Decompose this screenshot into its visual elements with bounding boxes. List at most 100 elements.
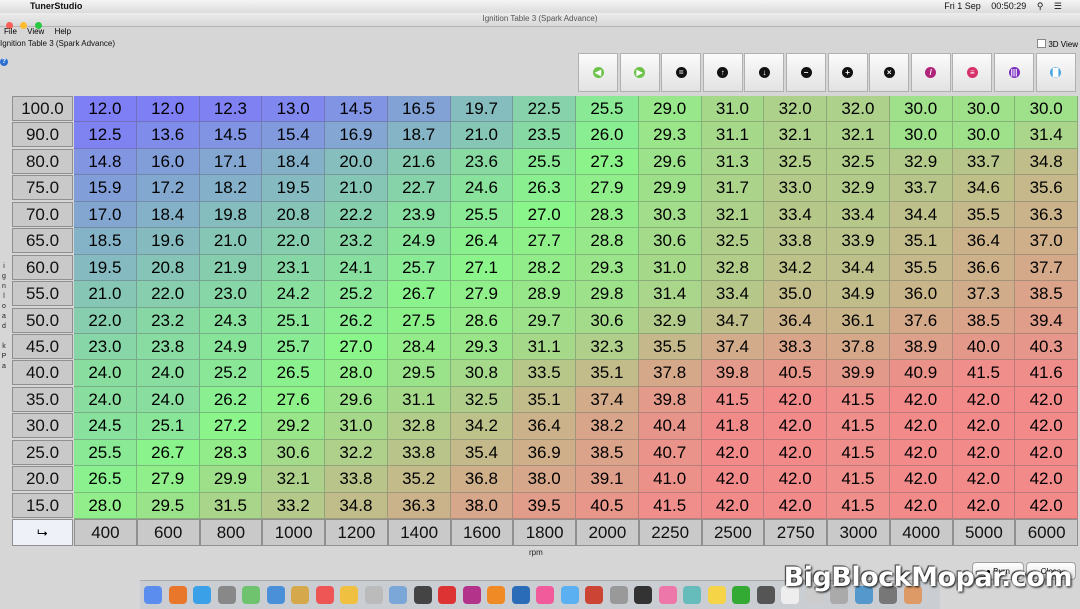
table-cell[interactable]: 42.0 xyxy=(1015,413,1078,440)
dock-app-icon[interactable] xyxy=(756,586,775,604)
dock-app-icon[interactable] xyxy=(462,586,481,604)
table-cell[interactable]: 36.4 xyxy=(764,307,827,334)
table-cell[interactable]: 29.2 xyxy=(262,413,325,440)
table-cell[interactable]: 31.4 xyxy=(638,281,702,308)
table-cell[interactable]: 38.5 xyxy=(952,307,1016,334)
table-cell[interactable]: 21.0 xyxy=(325,175,388,202)
rpm-label[interactable]: 600 xyxy=(136,519,200,546)
load-label[interactable]: 100.0 xyxy=(12,96,73,121)
table-cell[interactable]: 23.2 xyxy=(136,307,200,334)
table-cell[interactable]: 23.5 xyxy=(513,122,576,149)
table-cell[interactable]: 42.0 xyxy=(889,413,953,440)
table-cell[interactable]: 41.5 xyxy=(827,413,890,440)
table-cell[interactable]: 38.3 xyxy=(764,333,827,361)
table-cell[interactable]: 28.0 xyxy=(74,492,137,519)
table-cell[interactable]: 24.0 xyxy=(74,360,137,387)
table-cell[interactable]: 38.5 xyxy=(576,439,639,467)
table-cell[interactable]: 33.8 xyxy=(764,228,827,255)
table-cell[interactable]: 30.0 xyxy=(889,96,953,123)
table-cell[interactable]: 19.7 xyxy=(450,96,514,123)
rpm-label[interactable]: 5000 xyxy=(952,519,1016,546)
table-cell[interactable]: 35.4 xyxy=(450,439,514,467)
table-cell[interactable]: 32.5 xyxy=(701,228,765,255)
dock-app-icon[interactable] xyxy=(340,586,358,604)
table-cell[interactable]: 15.9 xyxy=(74,175,137,202)
table-cell[interactable]: 26.7 xyxy=(387,281,451,308)
table-cell[interactable]: 31.0 xyxy=(638,254,702,282)
table-cell[interactable]: 34.4 xyxy=(827,254,890,282)
table-cell[interactable]: 37.0 xyxy=(1015,228,1078,255)
table-cell[interactable]: 33.2 xyxy=(262,492,325,519)
table-cell[interactable]: 28.0 xyxy=(325,360,388,387)
table-cell[interactable]: 25.5 xyxy=(74,439,137,467)
rpm-label[interactable]: 2000 xyxy=(576,519,639,546)
table-cell[interactable]: 31.1 xyxy=(701,122,765,149)
table-cell[interactable]: 22.0 xyxy=(136,281,200,308)
table-cell[interactable]: 42.0 xyxy=(701,439,765,467)
rpm-label[interactable]: 1800 xyxy=(513,519,576,546)
table-cell[interactable]: 29.6 xyxy=(325,386,388,414)
table-cell[interactable]: 24.0 xyxy=(74,386,137,414)
table-cell[interactable]: 19.5 xyxy=(74,254,137,282)
table-cell[interactable]: 18.2 xyxy=(199,175,263,202)
table-cell[interactable]: 40.5 xyxy=(764,360,827,387)
table-cell[interactable]: 34.2 xyxy=(450,413,514,440)
table-cell[interactable]: 24.0 xyxy=(136,360,200,387)
table-cell[interactable]: 42.0 xyxy=(764,466,827,493)
dock-app-icon[interactable] xyxy=(683,586,701,604)
dock-app-icon[interactable] xyxy=(536,586,554,604)
table-cell[interactable]: 42.0 xyxy=(952,492,1016,519)
table-cell[interactable]: 38.9 xyxy=(889,333,953,361)
table-cell[interactable]: 25.1 xyxy=(262,307,325,334)
table-cell[interactable]: 35.1 xyxy=(889,228,953,255)
table-cell[interactable]: 34.6 xyxy=(952,175,1016,202)
table-cell[interactable]: 27.0 xyxy=(513,201,576,229)
table-cell[interactable]: 29.8 xyxy=(576,281,639,308)
table-cell[interactable]: 24.5 xyxy=(74,413,137,440)
table-cell[interactable]: 41.0 xyxy=(638,466,702,493)
date-label[interactable]: Fri 1 Sep xyxy=(944,1,981,11)
table-cell[interactable]: 36.4 xyxy=(952,228,1016,255)
table-cell[interactable]: 19.8 xyxy=(199,201,263,229)
table-cell[interactable]: 30.0 xyxy=(952,96,1016,123)
rpm-label[interactable]: 1200 xyxy=(325,519,388,546)
dock-app-icon[interactable] xyxy=(193,586,211,604)
equal-button[interactable]: = xyxy=(661,53,702,92)
table-cell[interactable]: 25.5 xyxy=(450,201,514,229)
table-cell[interactable]: 25.7 xyxy=(262,333,325,361)
table-cell[interactable]: 33.7 xyxy=(889,175,953,202)
table-cell[interactable]: 32.8 xyxy=(701,254,765,282)
table-cell[interactable]: 15.4 xyxy=(262,122,325,149)
table-cell[interactable]: 21.0 xyxy=(74,281,137,308)
load-label[interactable]: 45.0 xyxy=(12,333,73,359)
table-cell[interactable]: 17.1 xyxy=(199,148,263,176)
table-cell[interactable]: 14.5 xyxy=(199,122,263,149)
table-cell[interactable]: 27.2 xyxy=(199,413,263,440)
table-cell[interactable]: 36.9 xyxy=(513,439,576,467)
table-cell[interactable]: 26.5 xyxy=(262,360,325,387)
table-cell[interactable]: 40.5 xyxy=(576,492,639,519)
dock-app-icon[interactable] xyxy=(242,586,260,604)
search-icon[interactable]: ⚲ xyxy=(1037,1,1044,11)
table-cell[interactable]: 20.8 xyxy=(262,201,325,229)
table-cell[interactable]: 34.2 xyxy=(764,254,827,282)
table-cell[interactable]: 29.0 xyxy=(638,96,702,123)
table-cell[interactable]: 27.1 xyxy=(450,254,514,282)
table-cell[interactable]: 25.2 xyxy=(199,360,263,387)
dock-app-icon[interactable] xyxy=(707,586,726,604)
table-cell[interactable]: 14.5 xyxy=(325,96,388,123)
table-cell[interactable]: 22.5 xyxy=(513,96,576,123)
table-cell[interactable]: 27.5 xyxy=(387,307,451,334)
load-label[interactable]: 65.0 xyxy=(12,228,73,254)
table-cell[interactable]: 27.9 xyxy=(450,281,514,308)
table-cell[interactable]: 16.9 xyxy=(325,122,388,149)
rpm-label[interactable]: 800 xyxy=(199,519,263,546)
table-cell[interactable]: 32.9 xyxy=(889,148,953,176)
table-cell[interactable]: 38.0 xyxy=(513,466,576,493)
table-cell[interactable]: 29.5 xyxy=(387,360,451,387)
table-cell[interactable]: 42.0 xyxy=(952,413,1016,440)
table-cell[interactable]: 42.0 xyxy=(701,466,765,493)
dock-app-icon[interactable] xyxy=(266,586,285,604)
table-cell[interactable]: 37.8 xyxy=(827,333,890,361)
table-cell[interactable]: 24.1 xyxy=(325,254,388,282)
